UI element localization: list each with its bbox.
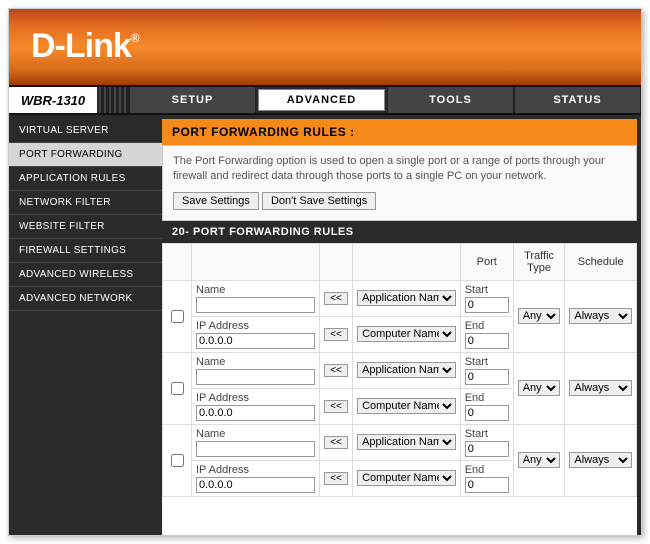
start-label: Start [465,284,509,297]
tab-status[interactable]: STATUS [514,87,641,113]
nav-tabs: SETUP ADVANCED TOOLS STATUS [129,87,641,113]
traffic-type-select[interactable]: Any [518,380,561,396]
sidebar-item-network-filter[interactable]: NETWORK FILTER [9,191,162,215]
ip-label: IP Address [196,464,315,477]
sidebar-item-port-forwarding[interactable]: PORT FORWARDING [9,143,162,167]
ip-label: IP Address [196,392,315,405]
page-title: PORT FORWARDING RULES : [162,119,637,145]
col-schedule: Schedule [565,243,637,280]
start-port-input[interactable] [465,297,509,313]
save-settings-button[interactable]: Save Settings [173,192,259,210]
name-label: Name [196,428,315,441]
schedule-select[interactable]: Always [569,308,632,324]
col-checkbox [163,243,192,280]
start-port-input[interactable] [465,441,509,457]
ip-address-input[interactable] [196,405,315,421]
tab-advanced[interactable]: ADVANCED [258,89,385,111]
rule-name-input[interactable] [196,369,315,385]
rules-title: 20- PORT FORWARDING RULES [162,221,637,243]
end-label: End [465,392,509,405]
ip-address-input[interactable] [196,333,315,349]
sidebar-item-advanced-wireless[interactable]: ADVANCED WIRELESS [9,263,162,287]
copy-computer-button[interactable]: << [324,400,348,413]
port-forwarding-table: Port Traffic Type Schedule Name << Applica… [162,243,637,497]
name-label: Name [196,356,315,369]
rule-enable-checkbox[interactable] [171,454,184,467]
start-label: Start [465,356,509,369]
sidebar-item-firewall-settings[interactable]: FIREWALL SETTINGS [9,239,162,263]
schedule-select[interactable]: Always [569,380,632,396]
computer-name-select[interactable]: Computer Name [357,398,456,414]
traffic-type-select[interactable]: Any [518,452,561,468]
sidebar-item-virtual-server[interactable]: VIRTUAL SERVER [9,119,162,143]
brand-text: D-Link [31,27,131,65]
copy-app-button[interactable]: << [324,292,348,305]
body-wrap: VIRTUAL SERVER PORT FORWARDING APPLICATI… [9,115,641,535]
sidebar-item-application-rules[interactable]: APPLICATION RULES [9,167,162,191]
brand-banner: D-Link® [9,9,641,85]
application-name-select[interactable]: Application Name [357,362,456,378]
end-port-input[interactable] [465,477,509,493]
ip-address-input[interactable] [196,477,315,493]
brand-logo: D-Link® [31,27,139,65]
content-pane: PORT FORWARDING RULES : The Port Forward… [162,119,637,535]
col-traffic-type: Traffic Type [513,243,565,280]
nav-separator [99,87,129,113]
end-port-input[interactable] [465,333,509,349]
copy-computer-button[interactable]: << [324,472,348,485]
router-admin-page: D-Link® WBR-1310 SETUP ADVANCED TOOLS ST… [8,8,642,536]
model-number: WBR-1310 [9,87,99,113]
computer-name-select[interactable]: Computer Name [357,326,456,342]
traffic-type-select[interactable]: Any [518,308,561,324]
col-preset [353,243,461,280]
start-label: Start [465,428,509,441]
end-label: End [465,320,509,333]
dont-save-settings-button[interactable]: Don't Save Settings [262,192,376,210]
col-copy [320,243,353,280]
col-name [192,243,320,280]
rule-enable-checkbox[interactable] [171,310,184,323]
copy-computer-button[interactable]: << [324,328,348,341]
copy-app-button[interactable]: << [324,364,348,377]
description-text: The Port Forwarding option is used to op… [173,154,626,184]
rule-name-input[interactable] [196,441,315,457]
info-box: The Port Forwarding option is used to op… [162,145,637,221]
application-name-select[interactable]: Application Name [357,290,456,306]
col-port: Port [460,243,513,280]
schedule-select[interactable]: Always [569,452,632,468]
start-port-input[interactable] [465,369,509,385]
sidebar: VIRTUAL SERVER PORT FORWARDING APPLICATI… [9,115,162,535]
top-nav: WBR-1310 SETUP ADVANCED TOOLS STATUS [9,85,641,115]
computer-name-select[interactable]: Computer Name [357,470,456,486]
tab-tools[interactable]: TOOLS [387,87,514,113]
application-name-select[interactable]: Application Name [357,434,456,450]
sidebar-item-advanced-network[interactable]: ADVANCED NETWORK [9,287,162,311]
rule-enable-checkbox[interactable] [171,382,184,395]
copy-app-button[interactable]: << [324,436,348,449]
name-label: Name [196,284,315,297]
tab-setup[interactable]: SETUP [129,87,256,113]
end-port-input[interactable] [465,405,509,421]
sidebar-item-website-filter[interactable]: WEBSITE FILTER [9,215,162,239]
end-label: End [465,464,509,477]
rule-name-input[interactable] [196,297,315,313]
ip-label: IP Address [196,320,315,333]
